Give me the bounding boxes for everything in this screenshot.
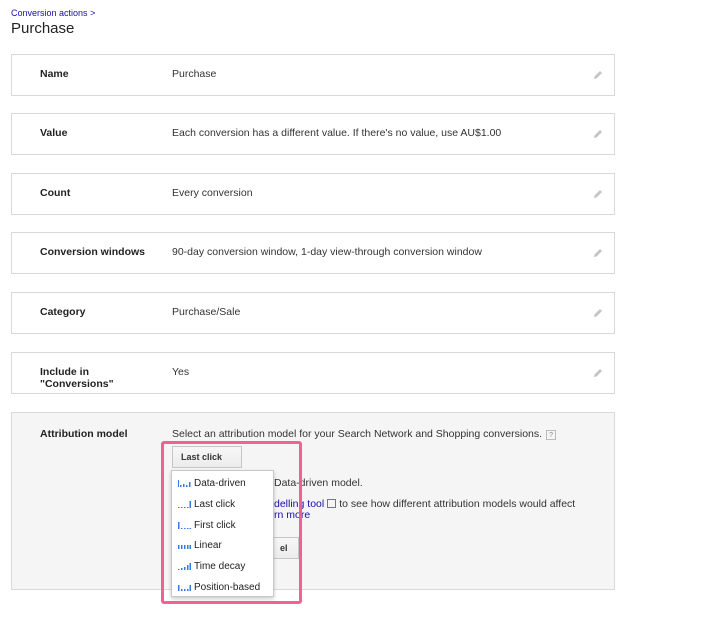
help-icon[interactable]: ? <box>546 430 557 440</box>
pencil-icon[interactable] <box>592 306 604 318</box>
attribution-model-menu: Data-driven Last click First click Linea… <box>171 470 274 597</box>
row-attribution-model: Attribution model Select an attribution … <box>11 412 615 590</box>
row-value: 90-day conversion window, 1-day view-thr… <box>172 246 482 258</box>
row-name: Name Purchase <box>11 54 615 96</box>
row-label: Category <box>40 306 86 318</box>
external-window-icon <box>327 499 337 508</box>
time-decay-icon <box>178 563 191 571</box>
data-driven-icon <box>178 480 191 487</box>
row-label: Value <box>40 127 68 139</box>
menu-item-last-click[interactable]: Last click <box>172 495 273 516</box>
row-label: Include in "Conversions" <box>40 366 114 390</box>
row-value: Value Each conversion has a different va… <box>11 113 615 155</box>
row-label: Name <box>40 68 69 80</box>
row-label: Attribution model <box>40 428 128 440</box>
row-value: Purchase/Sale <box>172 306 241 318</box>
menu-item-first-click[interactable]: First click <box>172 516 273 537</box>
row-label: Conversion windows <box>40 246 146 258</box>
row-value: Yes <box>172 366 190 378</box>
row-value: Purchase <box>172 68 217 80</box>
menu-item-time-decay[interactable]: Time decay <box>172 557 273 578</box>
menu-item-position-based[interactable]: Position-based <box>172 578 273 599</box>
pencil-icon[interactable] <box>592 246 604 258</box>
breadcrumb-separator: > <box>90 8 96 18</box>
row-conversion-windows: Conversion windows 90-day conversion win… <box>11 232 615 274</box>
breadcrumb-conversion-actions[interactable]: Conversion actions <box>11 8 88 18</box>
linear-icon <box>178 545 191 550</box>
background-text-modelling: delling tool to see how different attribu… <box>274 498 576 510</box>
breadcrumb: Conversion actions > <box>11 8 95 18</box>
row-include-in-conversions: Include in "Conversions" Yes <box>11 352 615 394</box>
first-click-icon <box>178 521 191 529</box>
position-based-icon <box>178 584 191 591</box>
row-value: Every conversion <box>172 187 253 199</box>
attribution-prompt: Select an attribution model for your Sea… <box>172 428 557 440</box>
row-category: Category Purchase/Sale <box>11 292 615 334</box>
row-value: Each conversion has a different value. I… <box>172 127 502 139</box>
learn-more-link[interactable]: rn more <box>274 509 310 521</box>
pencil-icon[interactable] <box>592 187 604 199</box>
attribution-model-dropdown[interactable]: Last click <box>172 446 242 479</box>
menu-item-data-driven[interactable]: Data-driven <box>172 474 273 495</box>
row-count: Count Every conversion <box>11 173 615 215</box>
pencil-icon[interactable] <box>592 366 604 378</box>
row-label: Count <box>40 187 71 199</box>
pencil-icon[interactable] <box>592 68 604 80</box>
menu-item-linear[interactable]: Linear <box>172 536 273 557</box>
background-text-data-driven: Data-driven model. <box>274 477 363 489</box>
page-title: Purchase <box>11 20 75 37</box>
last-click-icon <box>178 500 191 508</box>
pencil-icon[interactable] <box>592 127 604 139</box>
